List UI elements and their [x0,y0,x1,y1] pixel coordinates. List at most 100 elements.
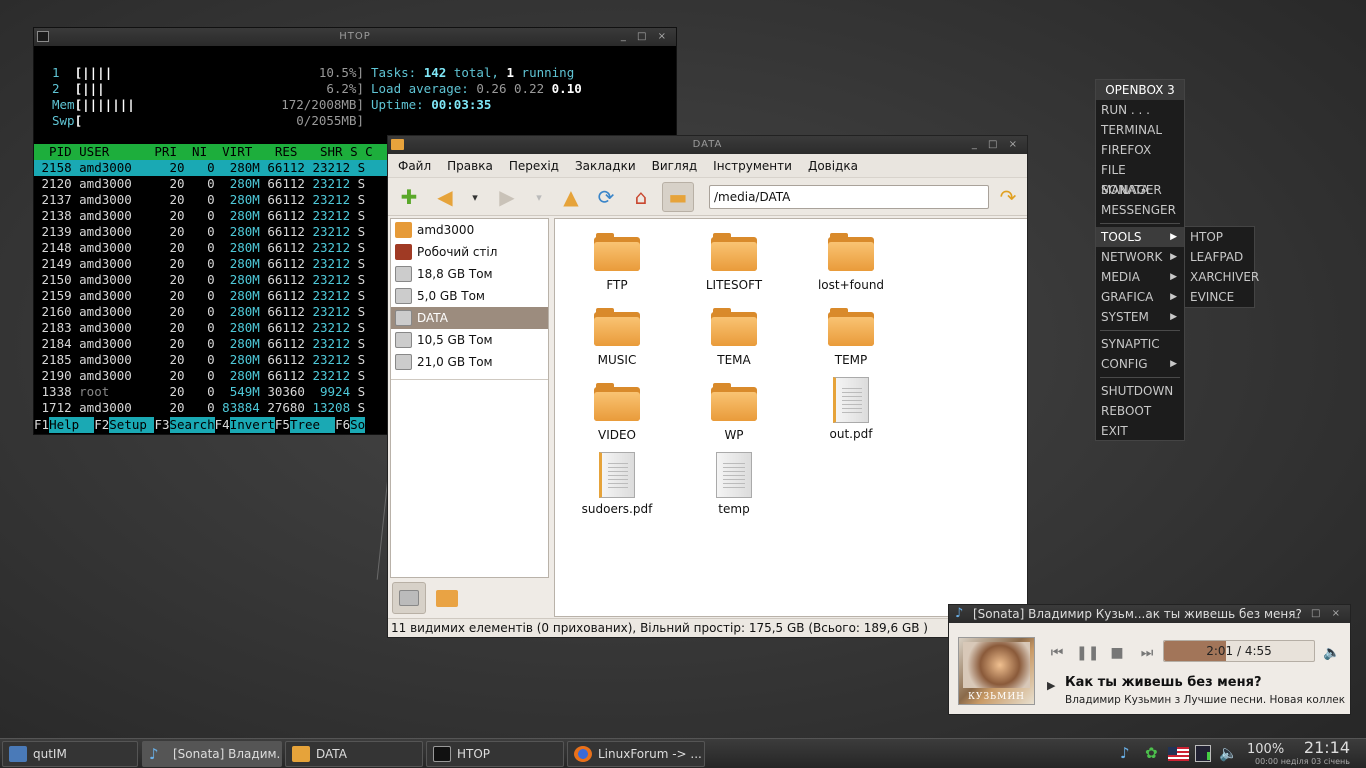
submenu-item-leafpad[interactable]: LEAFPAD [1185,247,1254,267]
menu-view[interactable]: Вигляд [652,159,698,173]
task-qutim[interactable]: qutIM [2,741,138,767]
file-item[interactable]: LITESOFT [684,233,784,292]
function-key-bar[interactable]: F1 Help F2 Setup F3 Search F4 Invert F5 Tree F6… [34,417,366,433]
menu-item-firefox[interactable]: FIREFOX [1096,140,1184,160]
sidebar-place[interactable]: DATA [391,307,548,329]
sidebar-place[interactable]: 21,0 GB Том [391,351,548,373]
file-item[interactable]: FTP [567,233,667,292]
address-bar[interactable]: /media/DATA [709,185,989,209]
menu-item-reboot[interactable]: REBOOT [1096,401,1184,421]
tree-mode-button[interactable] [430,582,464,614]
fm-titlebar[interactable]: DATA _ □ × [388,136,1027,154]
task-firefox[interactable]: LinuxForum -> ... [567,741,705,767]
menu-item-grafica[interactable]: GRAFICA ▶ [1096,287,1184,307]
file-item[interactable]: WP [684,383,784,442]
up-icon[interactable]: ▲ [558,184,584,210]
file-item[interactable]: MUSIC [567,308,667,367]
sidebar-place[interactable]: 18,8 GB Том [391,263,548,285]
forward-icon[interactable]: ▶ [494,184,520,210]
devices-mode-button[interactable] [392,582,426,614]
file-item[interactable]: VIDEO [567,383,667,442]
file-manager-window[interactable]: DATA _ □ × Файл Правка Перехід Закладки … [387,135,1028,638]
file-item[interactable]: out.pdf [801,377,901,441]
album-art: КУЗЬМИН [958,637,1035,705]
menu-item-exit[interactable]: EXIT [1096,421,1184,441]
volume-level[interactable]: 100% [1247,742,1284,757]
progress-bar[interactable]: 2:01 / 4:55 [1163,640,1315,662]
task-sonata[interactable]: ♪ [Sonata] Владим... [142,741,282,767]
menu-edit[interactable]: Правка [447,159,493,173]
back-icon[interactable]: ◀ [432,184,458,210]
us-flag-icon[interactable] [1168,747,1189,761]
fkey-label-f6[interactable]: So [350,417,366,433]
stop-icon[interactable]: ■ [1106,645,1128,661]
menu-bookmarks[interactable]: Закладки [575,159,636,173]
expand-icon[interactable]: ▶ [1047,679,1055,692]
menu-group-categories: TOOLS ▶ NETWORK ▶ MEDIA ▶ GRAFICA ▶ SYSTEM ▶ [1096,227,1184,327]
menu-file[interactable]: Файл [398,159,431,173]
menu-item-synaptic[interactable]: SYNAPTIC [1096,334,1184,354]
reload-icon[interactable]: ⟳ [593,184,619,210]
process-cell: S [357,320,366,335]
menu-item-messenger[interactable]: MESSENGER [1096,200,1184,220]
window-buttons[interactable]: _ □ × [972,136,1021,154]
menu-item-run[interactable]: RUN . . . [1096,100,1184,120]
menu-item-sonata[interactable]: SONATA [1096,180,1184,200]
fkey-label-f3[interactable]: Search [169,417,215,433]
sonata-tray-icon[interactable]: ♪ [1120,744,1130,762]
file-item[interactable]: sudoers.pdf [567,452,667,516]
clock[interactable]: 21:14 неділя 03 січень [1281,739,1350,767]
menu-item-label: EVINCE [1190,290,1235,304]
network-icon[interactable] [1195,745,1211,762]
htop-titlebar[interactable]: HTOP _ □ × [34,28,676,46]
forward-history-icon[interactable]: ▾ [526,184,552,210]
sidebar-place[interactable]: 10,5 GB Том [391,329,548,351]
sonata-titlebar[interactable]: ♪ [Sonata] Владимир Кузьм...ак ты живешь… [949,605,1350,623]
drive-icon [395,354,412,370]
menu-item-shutdown[interactable]: SHUTDOWN [1096,381,1184,401]
mem-value: 172/2008MB] [281,97,364,112]
home-icon[interactable]: ⌂ [628,184,654,210]
file-item[interactable]: temp [684,452,784,516]
window-buttons[interactable]: _ □ × [621,28,670,46]
file-item[interactable]: TEMP [801,308,901,367]
submenu-item-xarchiver[interactable]: XARCHIVER [1185,267,1259,287]
submenu-item-evince[interactable]: EVINCE [1185,287,1254,307]
next-icon[interactable]: ⏭ [1136,645,1158,661]
menu-item-terminal[interactable]: TERMINAL [1096,120,1184,140]
menu-item-network[interactable]: NETWORK ▶ [1096,247,1184,267]
menu-item-config[interactable]: CONFIG ▶ [1096,354,1184,374]
new-tab-icon[interactable]: ✚ [396,184,422,210]
back-history-icon[interactable]: ▾ [462,184,488,210]
menu-item-tools[interactable]: TOOLS ▶ [1096,227,1184,247]
menu-help[interactable]: Довідка [808,159,858,173]
sidebar-place[interactable]: 5,0 GB Том [391,285,548,307]
task-htop[interactable]: HTOP [426,741,564,767]
qutim-tray-icon[interactable]: ✿ [1145,744,1158,762]
submenu-item-htop[interactable]: HTOP [1185,227,1254,247]
fkey-label-f1[interactable]: Help [49,417,95,433]
window-buttons[interactable]: _ □ × [1295,605,1344,623]
previous-icon[interactable]: ⏮ [1046,645,1068,661]
volume-icon[interactable]: 🔈 [1321,645,1343,661]
file-name: lost+found [817,278,885,292]
sidebar-place[interactable]: amd3000 [391,219,548,241]
menu-go[interactable]: Перехід [509,159,559,173]
sidebar-place[interactable]: Робочий стіл [391,241,548,263]
pause-icon[interactable]: ❚❚ [1076,645,1099,661]
menu-item-system[interactable]: SYSTEM ▶ [1096,307,1184,327]
folder-view-icon[interactable]: ▬ [662,182,694,212]
file-item[interactable]: TEMA [684,308,784,367]
volume-icon[interactable]: 🔈 [1219,744,1238,762]
fkey-label-f5[interactable]: Tree [289,417,336,433]
fkey-label-f2[interactable]: Setup [109,417,155,433]
task-data[interactable]: DATA [285,741,423,767]
sonata-window[interactable]: ♪ [Sonata] Владимир Кузьм...ак ты живешь… [948,604,1351,715]
file-name: LITESOFT [705,278,763,292]
menu-item-file-manager[interactable]: FILE MANAGER [1096,160,1184,197]
fkey-label-f4[interactable]: Invert [229,417,275,433]
file-item[interactable]: lost+found [801,233,901,292]
go-icon[interactable]: ↷ [995,184,1021,210]
menu-tools[interactable]: Інструменти [713,159,792,173]
menu-item-media[interactable]: MEDIA ▶ [1096,267,1184,287]
